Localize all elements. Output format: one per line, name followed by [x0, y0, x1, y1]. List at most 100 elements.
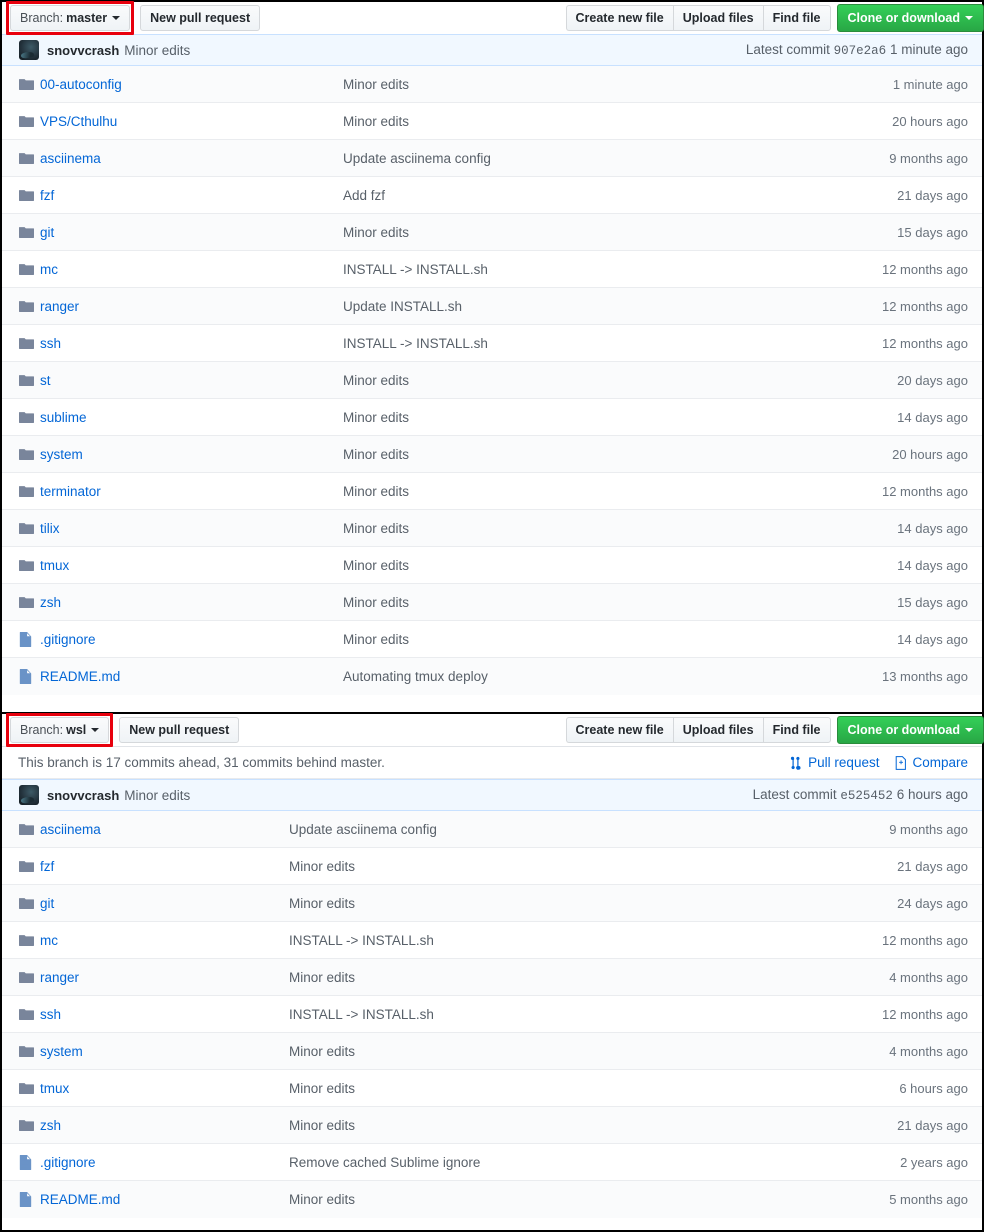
file-name-link[interactable]: 00-autoconfig — [40, 77, 122, 92]
folder-glyph — [19, 448, 34, 460]
file-name-link[interactable]: fzf — [40, 188, 54, 203]
commit-message-cell[interactable]: Minor edits — [289, 1118, 823, 1133]
find-file-button[interactable]: Find file — [762, 5, 831, 31]
commit-message-cell[interactable]: Update asciinema config — [289, 822, 823, 837]
file-name-link[interactable]: zsh — [40, 1118, 61, 1133]
commit-sha[interactable]: e525452 — [840, 789, 893, 803]
folder-icon — [19, 448, 40, 461]
commit-message-cell[interactable]: Minor edits — [289, 859, 823, 874]
folder-glyph — [19, 485, 34, 497]
commit-time-cell: 14 days ago — [897, 520, 968, 536]
toolbar-wsl: Branch: wsl New pull request Create new fil… — [2, 713, 984, 747]
commit-message-cell[interactable]: Minor edits — [289, 896, 823, 911]
file-name-link[interactable]: system — [40, 1044, 83, 1059]
commit-author[interactable]: snovvcrash — [47, 788, 119, 803]
commit-message-cell[interactable]: Add fzf — [343, 188, 823, 203]
folder-glyph — [19, 1082, 34, 1094]
clone-or-download-button[interactable]: Clone or download — [836, 4, 984, 32]
file-name-link[interactable]: ssh — [40, 1007, 61, 1022]
upload-files-button[interactable]: Upload files — [672, 717, 763, 743]
file-name-link[interactable]: README.md — [40, 1192, 120, 1207]
find-file-button[interactable]: Find file — [762, 717, 831, 743]
file-name-link[interactable]: mc — [40, 262, 58, 277]
file-name-link[interactable]: tmux — [40, 558, 69, 573]
table-row: tilix Minor edits 14 days ago — [2, 510, 982, 547]
file-name-link[interactable]: ranger — [40, 970, 79, 985]
file-name-link[interactable]: mc — [40, 933, 58, 948]
commit-time-cell: 21 days ago — [897, 858, 968, 874]
file-name-cell: 00-autoconfig — [40, 77, 343, 92]
commit-message-cell[interactable]: INSTALL -> INSTALL.sh — [289, 1007, 823, 1022]
commit-sha[interactable]: 907e2a6 — [834, 44, 887, 58]
file-name-link[interactable]: st — [40, 373, 51, 388]
compare-link[interactable]: Compare — [895, 755, 968, 770]
commit-message-cell[interactable]: Minor edits — [343, 373, 823, 388]
commit-time-cell: 12 months ago — [881, 298, 968, 314]
file-name-link[interactable]: terminator — [40, 484, 101, 499]
commit-message-cell[interactable]: Remove cached Sublime ignore — [289, 1155, 823, 1170]
branch-prefix-label: Branch: — [20, 722, 64, 737]
new-pull-request-button[interactable]: New pull request — [140, 5, 261, 31]
file-name-link[interactable]: zsh — [40, 595, 61, 610]
commit-author[interactable]: snovvcrash — [47, 43, 119, 58]
folder-icon — [19, 522, 40, 535]
branch-name-label: wsl — [66, 722, 87, 737]
create-new-file-button[interactable]: Create new file — [565, 717, 673, 743]
commit-time-cell: 13 months ago — [881, 669, 968, 684]
folder-icon — [19, 1082, 40, 1095]
commit-message-cell[interactable]: INSTALL -> INSTALL.sh — [289, 933, 823, 948]
folder-icon — [19, 823, 40, 836]
file-name-link[interactable]: asciinema — [40, 822, 101, 837]
file-name-link[interactable]: git — [40, 225, 54, 240]
file-name-link[interactable]: ssh — [40, 336, 61, 351]
commit-message-cell[interactable]: Minor edits — [343, 225, 823, 240]
commit-message-cell[interactable]: Minor edits — [343, 558, 823, 573]
file-name-link[interactable]: git — [40, 896, 54, 911]
file-name-link[interactable]: .gitignore — [40, 632, 96, 647]
commit-message-cell[interactable]: Minor edits — [343, 410, 823, 425]
file-name-link[interactable]: VPS/Cthulhu — [40, 114, 117, 129]
commit-message-cell[interactable]: Minor edits — [289, 1081, 823, 1096]
folder-icon — [19, 226, 40, 239]
file-name-link[interactable]: README.md — [40, 669, 120, 684]
upload-files-button[interactable]: Upload files — [672, 5, 763, 31]
commit-message[interactable]: Minor edits — [124, 43, 190, 58]
commit-message-cell[interactable]: Minor edits — [343, 595, 823, 610]
commit-message-cell[interactable]: Minor edits — [343, 521, 823, 536]
commit-message-cell[interactable]: Minor edits — [343, 632, 823, 647]
commit-message-cell[interactable]: Minor edits — [343, 77, 823, 92]
create-new-file-button[interactable]: Create new file — [565, 5, 673, 31]
chevron-down-icon — [91, 728, 100, 732]
file-name-link[interactable]: sublime — [40, 410, 87, 425]
branch-button-wsl[interactable]: Branch: wsl — [10, 717, 110, 743]
file-name-link[interactable]: .gitignore — [40, 1155, 96, 1170]
file-name-link[interactable]: fzf — [40, 859, 54, 874]
file-name-link[interactable]: tilix — [40, 521, 60, 536]
commit-message-cell[interactable]: Minor edits — [343, 484, 823, 499]
commit-message-cell[interactable]: Minor edits — [289, 1192, 823, 1207]
commit-message-cell[interactable]: Update asciinema config — [343, 151, 823, 166]
clone-or-download-button[interactable]: Clone or download — [836, 716, 984, 744]
file-name-link[interactable]: tmux — [40, 1081, 69, 1096]
commit-message-cell[interactable]: Automating tmux deploy — [343, 669, 823, 684]
table-row: .gitignore Minor edits 14 days ago — [2, 621, 982, 658]
file-name-link[interactable]: ranger — [40, 299, 79, 314]
file-name-cell: README.md — [40, 1192, 289, 1207]
pull-request-link[interactable]: Pull request — [790, 755, 879, 770]
new-pull-request-button[interactable]: New pull request — [119, 717, 240, 743]
commit-message-cell[interactable]: Minor edits — [343, 114, 823, 129]
file-name-link[interactable]: asciinema — [40, 151, 101, 166]
commit-message[interactable]: Minor edits — [124, 788, 190, 803]
commit-message-cell[interactable]: Update INSTALL.sh — [343, 299, 823, 314]
table-row: sublime Minor edits 14 days ago — [2, 399, 982, 436]
commit-message-cell[interactable]: Minor edits — [289, 970, 823, 985]
commit-message-cell[interactable]: INSTALL -> INSTALL.sh — [343, 262, 823, 277]
branch-button-master[interactable]: Branch: master — [10, 5, 131, 31]
file-name-link[interactable]: system — [40, 447, 83, 462]
commit-message-cell[interactable]: Minor edits — [343, 447, 823, 462]
table-row: README.md Automating tmux deploy 13 months… — [2, 658, 982, 695]
table-row: st Minor edits 20 days ago — [2, 362, 982, 399]
table-row: system Minor edits 20 hours ago — [2, 436, 982, 473]
commit-message-cell[interactable]: Minor edits — [289, 1044, 823, 1059]
commit-message-cell[interactable]: INSTALL -> INSTALL.sh — [343, 336, 823, 351]
